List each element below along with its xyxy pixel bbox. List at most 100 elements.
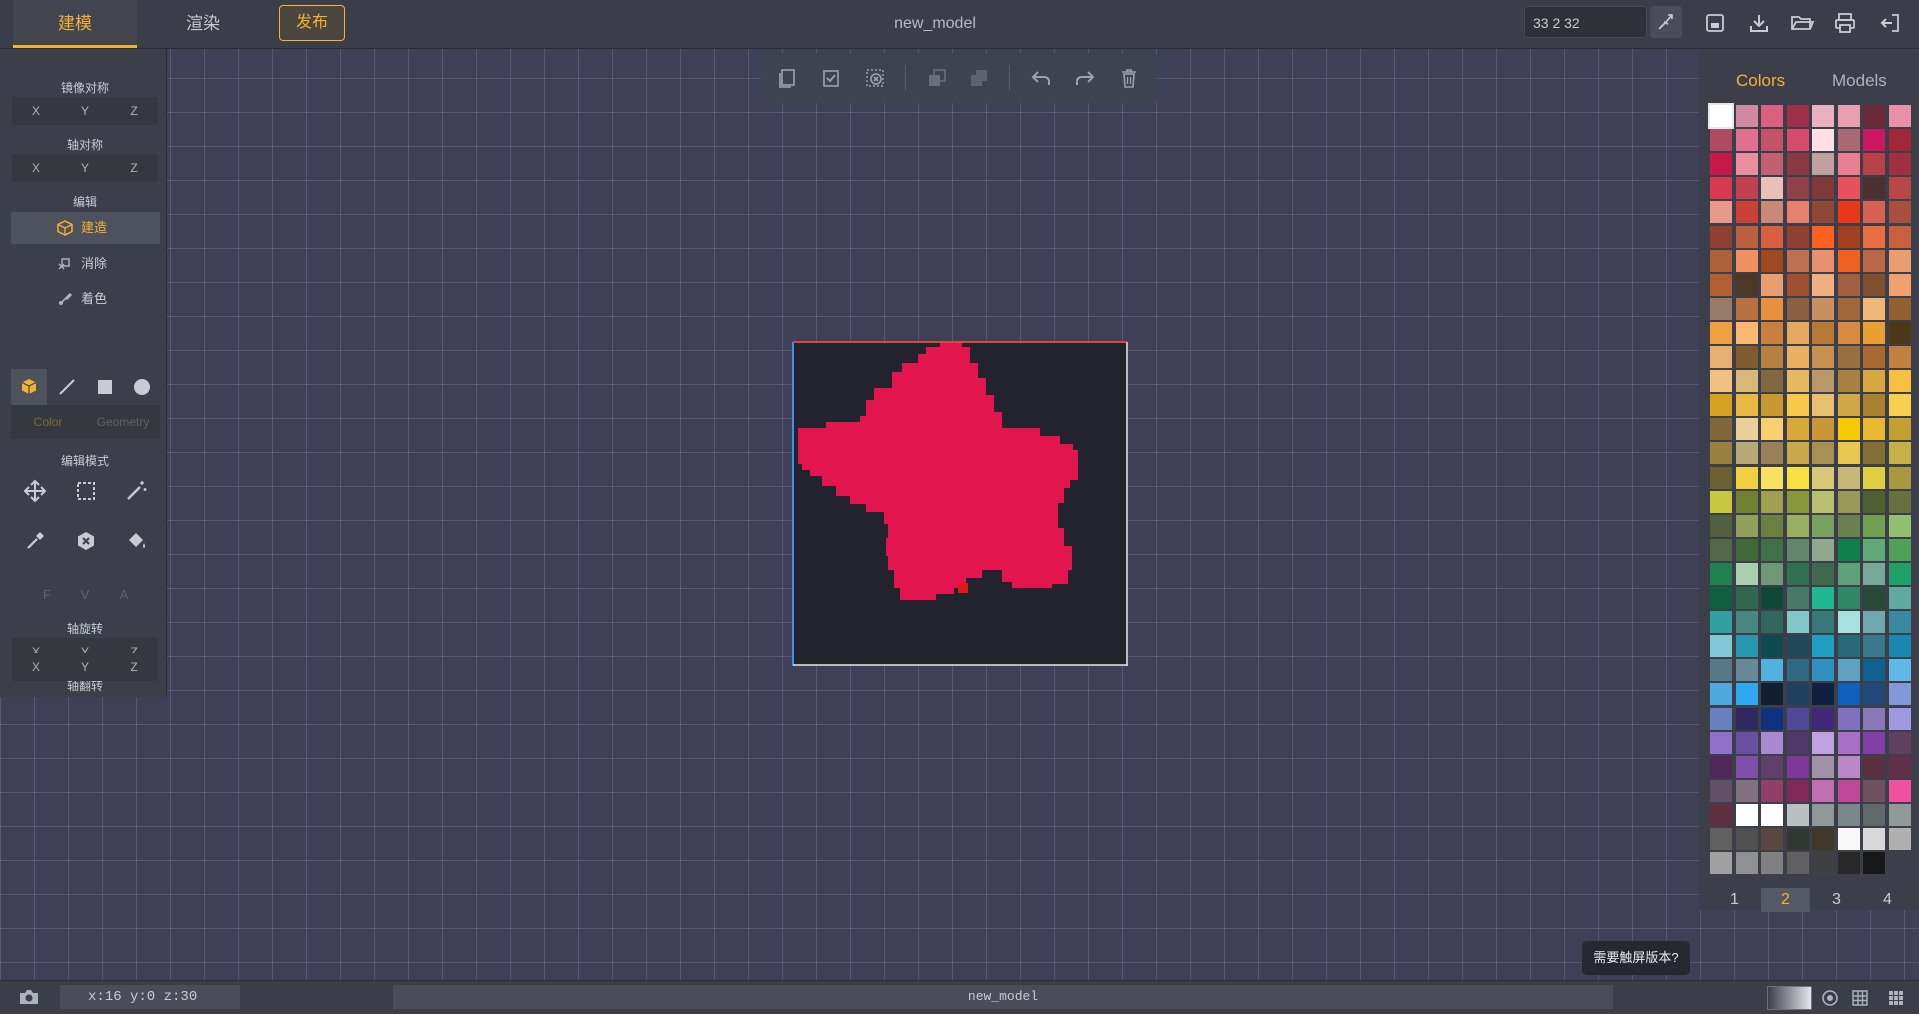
color-swatch[interactable] bbox=[1863, 852, 1885, 875]
color-swatch[interactable] bbox=[1735, 803, 1758, 826]
grid-large-icon[interactable] bbox=[1886, 988, 1906, 1008]
color-swatch[interactable] bbox=[1710, 707, 1732, 730]
color-swatch[interactable] bbox=[1735, 755, 1758, 778]
color-swatch[interactable] bbox=[1710, 418, 1732, 441]
color-swatch[interactable] bbox=[1735, 611, 1758, 634]
color-swatch[interactable] bbox=[1888, 779, 1911, 802]
color-swatch[interactable] bbox=[1863, 707, 1885, 730]
color-swatch[interactable] bbox=[1888, 852, 1911, 875]
color-swatch[interactable] bbox=[1888, 321, 1911, 344]
color-swatch[interactable] bbox=[1735, 659, 1758, 682]
color-swatch[interactable] bbox=[1888, 346, 1911, 368]
color-swatch[interactable] bbox=[1761, 659, 1783, 682]
color-swatch[interactable] bbox=[1863, 490, 1885, 513]
color-swatch[interactable] bbox=[1837, 562, 1860, 585]
color-swatch[interactable] bbox=[1812, 755, 1834, 778]
color-swatch[interactable] bbox=[1888, 490, 1911, 513]
color-swatch[interactable] bbox=[1863, 828, 1885, 850]
color-swatch[interactable] bbox=[1735, 297, 1758, 320]
color-swatch[interactable] bbox=[1863, 129, 1885, 152]
color-swatch[interactable] bbox=[1812, 828, 1834, 850]
color-swatch[interactable] bbox=[1837, 779, 1860, 802]
color-swatch[interactable] bbox=[1710, 129, 1732, 152]
color-swatch[interactable] bbox=[1786, 828, 1809, 850]
color-swatch[interactable] bbox=[1888, 442, 1911, 465]
color-swatch[interactable] bbox=[1837, 273, 1860, 296]
color-swatch[interactable] bbox=[1786, 129, 1809, 152]
color-swatch[interactable] bbox=[1888, 635, 1911, 658]
color-swatch[interactable] bbox=[1812, 683, 1834, 706]
color-swatch[interactable] bbox=[1735, 249, 1758, 272]
color-swatch[interactable] bbox=[1863, 321, 1885, 344]
color-swatch[interactable] bbox=[1786, 538, 1809, 561]
color-swatch[interactable] bbox=[1863, 587, 1885, 609]
color-swatch[interactable] bbox=[1812, 442, 1834, 465]
color-swatch[interactable] bbox=[1761, 153, 1783, 176]
color-swatch[interactable] bbox=[1863, 779, 1885, 802]
color-swatch[interactable] bbox=[1837, 587, 1860, 609]
color-swatch[interactable] bbox=[1863, 153, 1885, 176]
color-swatch[interactable] bbox=[1837, 442, 1860, 465]
color-swatch[interactable] bbox=[1786, 659, 1809, 682]
axis-symmetry-x-button[interactable]: X bbox=[12, 154, 60, 182]
color-swatch[interactable] bbox=[1735, 225, 1758, 248]
color-swatch[interactable] bbox=[1761, 442, 1783, 465]
color-swatch[interactable] bbox=[1888, 659, 1911, 682]
color-swatch[interactable] bbox=[1888, 466, 1911, 489]
color-swatch[interactable] bbox=[1888, 828, 1911, 850]
color-swatch[interactable] bbox=[1837, 707, 1860, 730]
color-swatch[interactable] bbox=[1812, 273, 1834, 296]
color-swatch[interactable] bbox=[1888, 707, 1911, 730]
color-swatch[interactable] bbox=[1761, 852, 1783, 875]
color-swatch[interactable] bbox=[1888, 273, 1911, 296]
color-swatch[interactable] bbox=[1837, 297, 1860, 320]
color-swatch[interactable] bbox=[1812, 418, 1834, 441]
color-swatch[interactable] bbox=[1786, 852, 1809, 875]
color-swatch[interactable] bbox=[1786, 635, 1809, 658]
flip-z-button[interactable]: Z bbox=[110, 653, 158, 681]
color-swatch[interactable] bbox=[1837, 177, 1860, 200]
color-swatch[interactable] bbox=[1863, 442, 1885, 465]
color-swatch[interactable] bbox=[1735, 587, 1758, 609]
color-swatch[interactable] bbox=[1837, 755, 1860, 778]
color-swatch[interactable] bbox=[1812, 611, 1834, 634]
palette-page-4[interactable]: 4 bbox=[1863, 888, 1912, 912]
color-swatch[interactable] bbox=[1735, 466, 1758, 489]
color-swatch[interactable] bbox=[1786, 562, 1809, 585]
delete-region-icon[interactable] bbox=[68, 523, 104, 559]
color-swatch[interactable] bbox=[1761, 201, 1783, 224]
color-swatch[interactable] bbox=[1786, 273, 1809, 296]
color-swatch[interactable] bbox=[1710, 370, 1732, 393]
color-swatch[interactable] bbox=[1710, 321, 1732, 344]
color-swatch[interactable] bbox=[1710, 177, 1732, 200]
color-swatch[interactable] bbox=[1812, 153, 1834, 176]
color-swatch[interactable] bbox=[1863, 273, 1885, 296]
axis-symmetry-y-button[interactable]: Y bbox=[61, 154, 109, 182]
color-swatch[interactable] bbox=[1863, 249, 1885, 272]
color-swatch[interactable] bbox=[1863, 177, 1885, 200]
colors-tab[interactable]: Colors bbox=[1736, 71, 1785, 91]
palette-page-1[interactable]: 1 bbox=[1710, 888, 1759, 912]
color-swatch[interactable] bbox=[1888, 297, 1911, 320]
color-swatch[interactable] bbox=[1761, 779, 1783, 802]
build-mode-button[interactable]: 建造 bbox=[11, 212, 160, 244]
color-swatch[interactable] bbox=[1761, 370, 1783, 393]
color-swatch[interactable] bbox=[1863, 611, 1885, 634]
color-swatch[interactable] bbox=[1812, 346, 1834, 368]
color-swatch[interactable] bbox=[1888, 129, 1911, 152]
color-swatch[interactable] bbox=[1863, 370, 1885, 393]
color-swatch[interactable] bbox=[1761, 731, 1783, 754]
color-swatch[interactable] bbox=[1735, 442, 1758, 465]
color-swatch[interactable] bbox=[1761, 466, 1783, 489]
color-swatch[interactable] bbox=[1761, 587, 1783, 609]
color-swatch[interactable] bbox=[1710, 659, 1732, 682]
color-swatch[interactable] bbox=[1812, 562, 1834, 585]
camera-icon[interactable] bbox=[18, 987, 40, 1007]
color-swatch[interactable] bbox=[1761, 346, 1783, 368]
color-swatch[interactable] bbox=[1710, 828, 1732, 850]
color-swatch[interactable] bbox=[1888, 249, 1911, 272]
color-swatch[interactable] bbox=[1786, 755, 1809, 778]
merge-icon[interactable] bbox=[925, 66, 949, 90]
models-tab[interactable]: Models bbox=[1832, 71, 1887, 91]
color-swatch[interactable] bbox=[1812, 321, 1834, 344]
